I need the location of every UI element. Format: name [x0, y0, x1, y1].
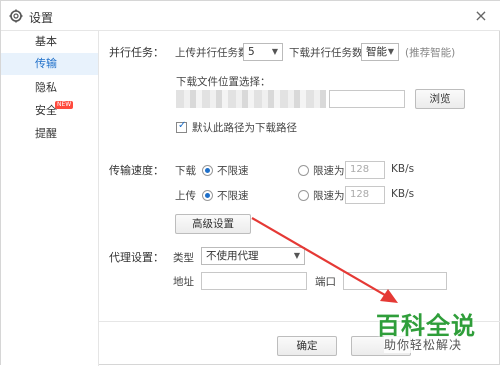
sidebar-item-label: 隐私	[35, 81, 57, 94]
watermark-subtitle: 助你轻松解决	[384, 336, 463, 353]
proxy-address-input[interactable]	[201, 272, 307, 290]
upload-limit-label: 限速为	[313, 190, 345, 202]
download-location-label: 下载文件位置选择：	[176, 76, 271, 88]
title-bar: 设置 ×	[1, 1, 500, 31]
download-parallel-value: 智能	[366, 46, 387, 58]
chevron-down-icon: ▼	[293, 251, 300, 260]
download-parallel-select[interactable]: 智能 ▼	[361, 43, 399, 61]
settings-sidebar: 基本 传输 隐私 安全 NEW 提醒	[1, 31, 99, 366]
download-speed-label: 下载	[175, 165, 196, 177]
download-unlimited-label: 不限速	[217, 165, 249, 177]
download-path-input[interactable]	[329, 90, 405, 108]
chevron-down-icon: ▼	[387, 47, 394, 56]
chevron-down-icon: ▼	[271, 47, 278, 56]
advanced-settings-button[interactable]: 高级设置	[175, 214, 251, 234]
sidebar-item-label: 安全	[35, 104, 57, 117]
proxy-type-select[interactable]: 不使用代理 ▼	[201, 247, 305, 265]
close-icon[interactable]: ×	[471, 6, 491, 26]
proxy-type-value: 不使用代理	[206, 250, 259, 262]
download-path-redacted	[176, 90, 326, 108]
sidebar-item-label: 提醒	[35, 127, 57, 140]
sidebar-item-label: 传输	[35, 57, 57, 70]
proxy-port-input[interactable]	[343, 272, 447, 290]
upload-limit-unit: KB/s	[391, 188, 415, 200]
sidebar-item-transfer[interactable]: 传输	[1, 53, 98, 75]
gear-icon	[9, 9, 23, 23]
upload-unlimited-label: 不限速	[217, 190, 249, 202]
default-path-checkbox[interactable]	[176, 120, 187, 133]
proxy-address-label: 地址	[173, 276, 194, 288]
upload-unlimited-radio[interactable]	[202, 190, 213, 201]
download-parallel-label: 下载并行任务数	[289, 47, 363, 59]
download-unlimited-radio[interactable]	[202, 165, 213, 176]
proxy-section-label: 代理设置：	[109, 251, 164, 264]
recommend-hint: (推荐智能)	[405, 47, 456, 59]
sidebar-item-reminder[interactable]: 提醒	[1, 123, 98, 145]
upload-parallel-value: 5	[248, 46, 255, 58]
speed-section-label: 传输速度：	[109, 164, 164, 177]
upload-limit-input[interactable]: 128	[345, 186, 385, 204]
download-limit-input[interactable]: 128	[345, 161, 385, 179]
upload-parallel-select[interactable]: 5 ▼	[243, 43, 283, 61]
download-limit-unit: KB/s	[391, 163, 415, 175]
sidebar-item-label: 基本	[35, 35, 57, 48]
proxy-type-label: 类型	[173, 252, 194, 264]
window-title: 设置	[29, 11, 54, 25]
sidebar-item-privacy[interactable]: 隐私	[1, 77, 98, 99]
download-limit-label: 限速为	[313, 165, 345, 177]
upload-parallel-label: 上传并行任务数	[175, 47, 249, 59]
parallel-section-label: 并行任务：	[109, 46, 164, 59]
sidebar-item-security[interactable]: 安全 NEW	[1, 100, 98, 122]
sidebar-item-basic[interactable]: 基本	[1, 31, 98, 53]
proxy-port-label: 端口	[315, 276, 336, 288]
ok-button[interactable]: 确定	[277, 336, 337, 356]
upload-limit-radio[interactable]	[298, 190, 309, 201]
upload-speed-label: 上传	[175, 190, 196, 202]
download-limit-radio[interactable]	[298, 165, 309, 176]
browse-button[interactable]: 浏览	[415, 89, 465, 109]
new-badge: NEW	[55, 101, 74, 109]
watermark-logo: 百科全说 助你轻松解决	[372, 306, 492, 362]
default-path-label: 默认此路径为下载路径	[192, 122, 297, 134]
